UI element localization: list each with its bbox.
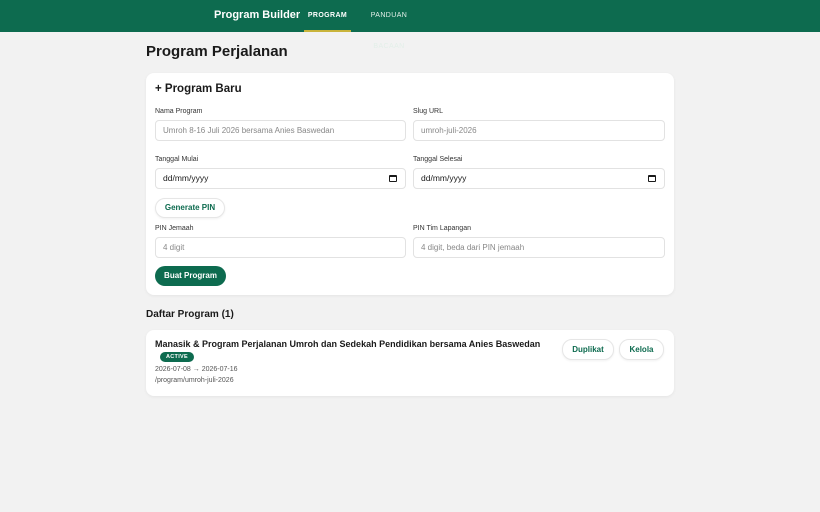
slug-url-input[interactable]: umroh-juli-2026 [413,120,665,141]
start-date-value: dd/mm/yyyy [163,173,209,183]
start-date-label: Tanggal Mulai [155,156,199,163]
program-name-label: Nama Program [155,108,203,115]
program-dates: 2026-07-08 → 2026-07-16 [155,366,238,373]
end-date-input[interactable]: dd/mm/yyyy [413,168,665,189]
duplicate-button[interactable]: Duplikat [562,339,614,360]
page-title: Program Perjalanan [146,43,288,60]
pin-jemaah-input[interactable]: 4 digit [155,237,406,258]
program-list-item: Manasik & Program Perjalanan Umroh dan S… [146,330,674,396]
calendar-icon[interactable] [389,175,397,182]
pin-tim-input[interactable]: 4 digit, beda dari PIN jemaah [413,237,665,258]
calendar-icon[interactable] [648,175,656,182]
new-program-form: + Program Baru Nama Program Umroh 8-16 J… [146,73,674,295]
brand-title[interactable]: Program Builder [214,9,300,21]
slug-url-label: Slug URL [413,108,443,115]
generate-pin-button[interactable]: Generate PIN [155,198,225,218]
start-date-input[interactable]: dd/mm/yyyy [155,168,406,189]
end-date-value: dd/mm/yyyy [421,173,467,183]
top-navigation-bar: Program Builder PROGRAM PANDUAN BACAAN [0,0,820,50]
program-list-title: Daftar Program (1) [146,309,234,320]
create-program-button[interactable]: Buat Program [155,266,226,286]
pin-tim-label: PIN Tim Lapangan [413,225,471,232]
end-date-label: Tanggal Selesai [413,156,463,163]
status-badge: ACTIVE [160,352,194,362]
program-path[interactable]: /program/umroh-juli-2026 [155,377,234,384]
program-name-input[interactable]: Umroh 8-16 Juli 2026 bersama Anies Baswe… [155,120,406,141]
tab-program[interactable]: PROGRAM [304,0,351,32]
tab-panduan-bacaan[interactable]: PANDUAN BACAAN [355,0,423,50]
manage-button[interactable]: Kelola [619,339,664,360]
program-title: Manasik & Program Perjalanan Umroh dan S… [155,339,541,349]
form-title: + Program Baru [155,83,242,95]
pin-jemaah-label: PIN Jemaah [155,225,194,232]
